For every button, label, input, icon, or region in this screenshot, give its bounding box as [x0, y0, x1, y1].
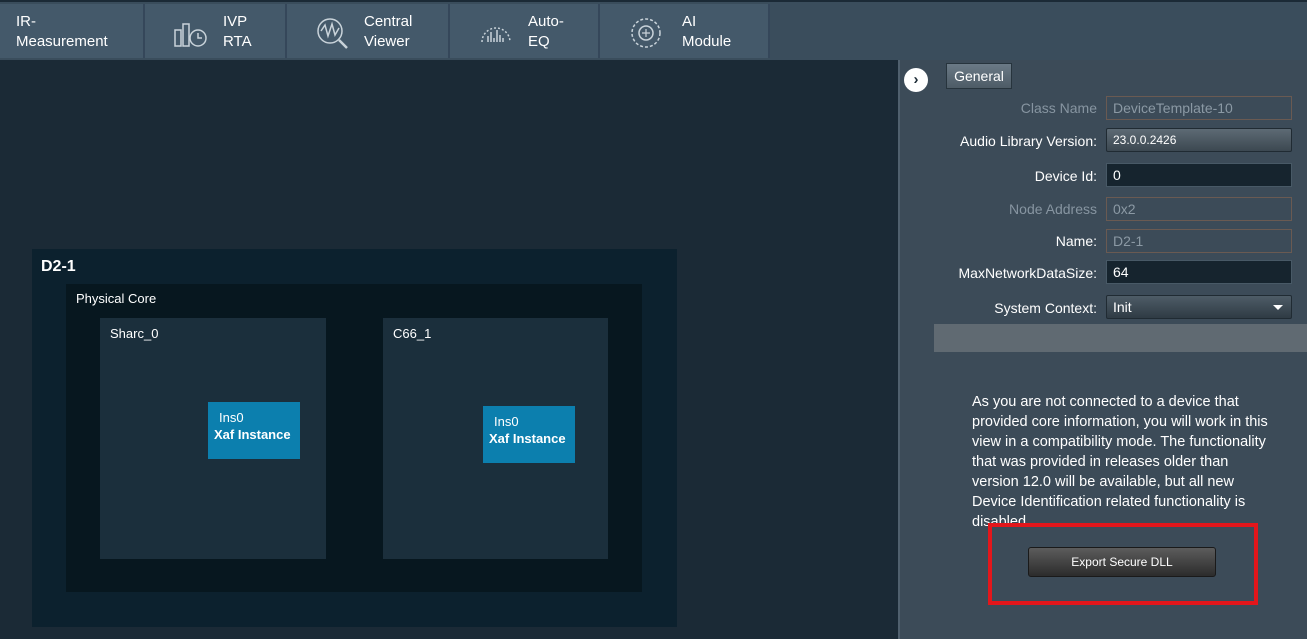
class-name-label: Class Name: [1020, 100, 1097, 116]
instance-name: Xaf Instance: [214, 427, 291, 442]
class-name-field: DeviceTemplate-10: [1106, 96, 1292, 120]
export-secure-dll-button[interactable]: Export Secure DLL: [1028, 547, 1216, 577]
instance-name: Xaf Instance: [489, 431, 566, 446]
toolbar-ai-module-label: AI Module: [682, 13, 732, 50]
compatibility-info-text: As you are not connected to a device tha…: [972, 394, 1268, 526]
audio-library-version-button[interactable]: 23.0.0.2426: [1106, 128, 1292, 152]
core-c66-1-title: C66_1: [393, 326, 432, 341]
node-address-label: Node Address: [1009, 201, 1097, 217]
system-context-value: Init: [1113, 299, 1132, 315]
instance-sharc-0[interactable]: Ins0 Xaf Instance: [208, 402, 300, 459]
device-title: D2-1: [41, 258, 76, 275]
toolbar-ir-measurement-button[interactable]: IR- Measurement: [0, 4, 145, 58]
toolbar-central-viewer-button[interactable]: Central Viewer: [287, 4, 450, 58]
audio-library-version-label: Audio Library Version:: [960, 133, 1097, 149]
node-address-field: 0x2: [1106, 197, 1292, 221]
max-network-data-size-label: MaxNetworkDataSize:: [958, 265, 1098, 281]
system-context-label: System Context:: [994, 300, 1097, 316]
toolbar-ir-measurement-label: IR- Measurement: [16, 13, 108, 50]
toolbar-ai-module-button[interactable]: AI Module: [600, 4, 770, 58]
instance-id: Ins0: [219, 410, 244, 425]
toolbar-ivp-rta-button[interactable]: IVP RTA: [145, 4, 287, 58]
top-toolbar: IR- Measurement IVP RTA Central Viewer A…: [0, 0, 1307, 60]
tab-general[interactable]: General: [946, 63, 1012, 89]
system-context-select[interactable]: Init: [1106, 295, 1292, 319]
device-id-label: Device Id:: [1034, 168, 1097, 184]
max-network-data-size-input[interactable]: 64: [1106, 260, 1292, 284]
instance-c66-1[interactable]: Ins0 Xaf Instance: [483, 406, 575, 463]
device-id-input[interactable]: 0: [1106, 163, 1292, 187]
physical-core-title: Physical Core: [76, 291, 157, 306]
ivp-rta-icon: [174, 23, 207, 47]
core-sharc-0-title: Sharc_0: [110, 326, 159, 341]
collapse-panel-button[interactable]: ›: [904, 68, 928, 92]
chevron-down-icon: [1273, 305, 1283, 310]
toolbar-central-viewer-label: Central Viewer: [364, 13, 413, 50]
ai-module-icon: [631, 18, 661, 48]
central-viewer-icon: [317, 18, 348, 49]
auto-eq-icon: [481, 27, 511, 43]
instance-id: Ins0: [494, 414, 519, 429]
toolbar-auto-eq-label: Auto- EQ: [528, 13, 564, 50]
toolbar-ivp-rta-label: IVP RTA: [223, 13, 252, 50]
name-label: Name:: [1055, 233, 1097, 249]
panel-divider: [934, 324, 1307, 352]
toolbar-auto-eq-button[interactable]: Auto- EQ: [450, 4, 600, 58]
name-field: D2-1: [1106, 229, 1292, 253]
chevron-right-icon: ›: [913, 71, 919, 88]
